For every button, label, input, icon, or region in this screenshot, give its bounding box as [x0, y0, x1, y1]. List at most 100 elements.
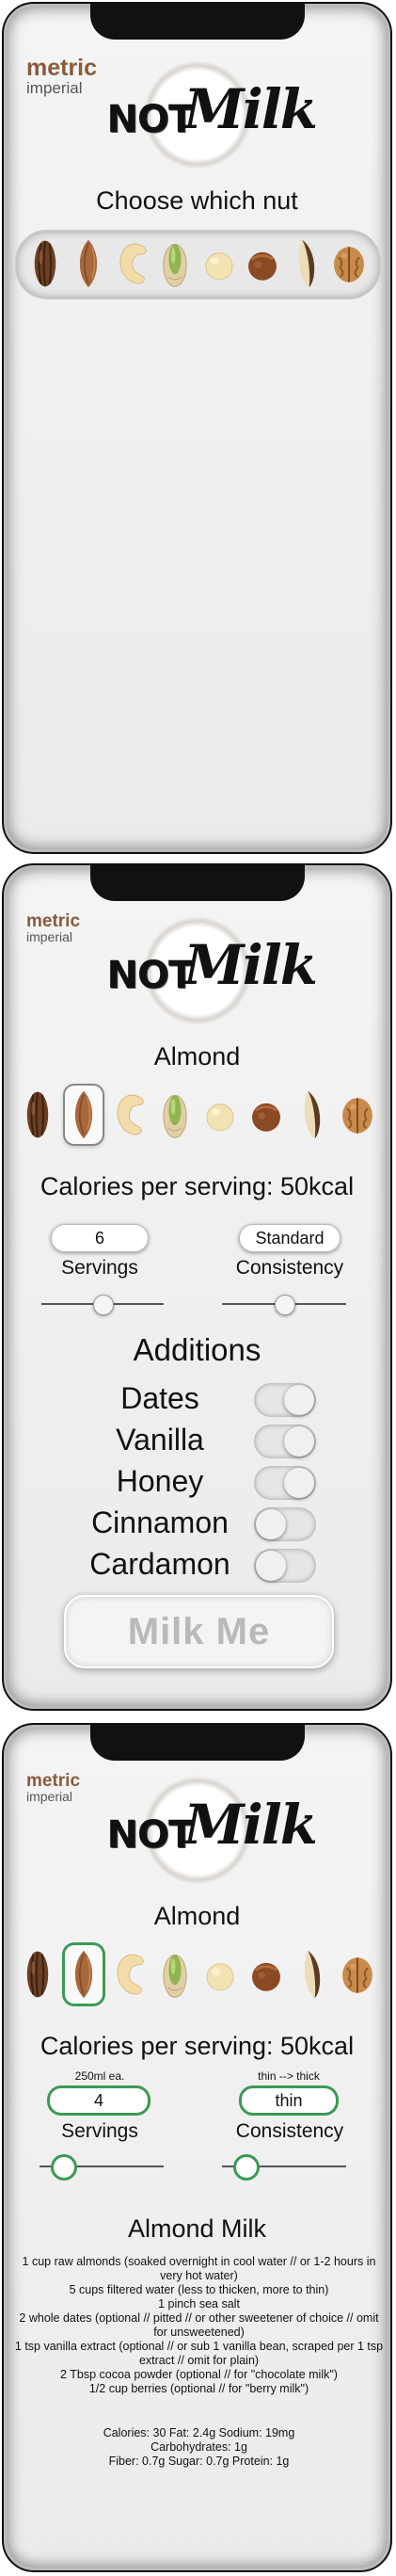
nutrition-line: Fiber: 0.7g Sugar: 0.7g Protein: 1g — [108, 2455, 290, 2468]
phone-screen-recipe: metric imperial NOT Milk Almond Calories… — [2, 1723, 392, 2572]
recipe-line: 1 pinch sea salt — [158, 2297, 240, 2310]
logo-not-text: NOT — [106, 1813, 195, 1857]
servings-hint: 250ml ea. — [74, 2069, 125, 2083]
nut-selector — [19, 1943, 376, 2005]
pistachio-icon[interactable] — [156, 234, 194, 293]
addition-label: Honey — [116, 1464, 204, 1498]
calories-per-serving: Calories per serving: 50kcal — [40, 2032, 355, 2060]
unit-metric[interactable]: metric — [26, 1772, 80, 1790]
cashew-icon[interactable] — [113, 234, 150, 293]
consistency-label: Consistency — [235, 2120, 344, 2142]
phone-notch — [89, 1725, 305, 1761]
nut-selector — [19, 1084, 376, 1146]
servings-value[interactable]: 4 — [47, 2085, 150, 2116]
pecan-icon[interactable] — [26, 234, 64, 293]
unit-toggle[interactable]: metric imperial — [26, 1772, 80, 1803]
unit-imperial[interactable]: imperial — [26, 80, 97, 96]
consistency-label: Consistency — [235, 1257, 344, 1279]
servings-slider-thumb[interactable] — [93, 1295, 114, 1315]
macadamia-icon[interactable] — [200, 234, 238, 293]
toggle-knob — [256, 1551, 286, 1581]
pecan-icon[interactable] — [19, 1945, 56, 2004]
nutrition-line: Calories: 30 Fat: 2.4g Sodium: 19mg — [103, 2426, 295, 2439]
pecan-icon[interactable] — [19, 1086, 56, 1144]
brazil-nut-icon[interactable] — [293, 1945, 330, 2004]
milk-me-button[interactable]: Milk Me — [64, 1595, 334, 1668]
toggle-knob — [256, 1509, 286, 1539]
addition-label: Dates — [120, 1381, 199, 1415]
consistency-value[interactable]: Standard — [239, 1224, 341, 1252]
logo-milk-text: Milk — [183, 933, 318, 997]
selected-nut-title: Almond — [153, 1902, 241, 1930]
brazil-nut-icon[interactable] — [293, 1086, 330, 1144]
consistency-hint: thin --> thick — [258, 2069, 320, 2083]
recipe-line: 1 tsp vanilla extract (optional // or su… — [14, 2340, 384, 2367]
recipe-ingredients: 1 cup raw almonds (soaked overnight in c… — [13, 2255, 385, 2396]
walnut-icon[interactable] — [339, 1086, 376, 1144]
nutrition-facts: Calories: 30 Fat: 2.4g Sodium: 19mg Carbo… — [13, 2426, 385, 2469]
notmilk-logo: NOT Milk — [103, 914, 318, 1027]
addition-toggle[interactable] — [254, 1507, 316, 1541]
nutrition-line: Carbohydrates: 1g — [150, 2440, 247, 2454]
logo-milk-text: Milk — [183, 77, 318, 141]
logo-not-text: NOT — [106, 954, 195, 997]
choose-nut-prompt: Choose which nut — [96, 186, 298, 215]
notmilk-logo: NOT Milk — [103, 1774, 318, 1887]
walnut-icon[interactable] — [330, 234, 368, 293]
recipe-line: 2 Tbsp cocoa powder (optional // for "ch… — [60, 2368, 338, 2381]
recipe-line: 2 whole dates (optional // pitted // or … — [19, 2311, 379, 2339]
consistency-value[interactable]: thin — [239, 2085, 339, 2116]
servings-label: Servings — [61, 1257, 138, 1279]
phone-notch — [89, 4, 305, 40]
unit-imperial[interactable]: imperial — [26, 1790, 80, 1803]
addition-label: Cinnamon — [91, 1505, 229, 1539]
selected-nut-title: Almond — [153, 1042, 241, 1071]
addition-toggle[interactable] — [254, 1383, 316, 1417]
hazelnut-icon[interactable] — [247, 1086, 285, 1144]
phone-screen-nut-picker: metric imperial NOT Milk Choose which nu… — [2, 2, 392, 854]
consistency-slider-thumb[interactable] — [275, 1295, 295, 1315]
pistachio-icon[interactable] — [156, 1086, 194, 1144]
macadamia-icon[interactable] — [201, 1945, 239, 2004]
phone-notch — [89, 865, 305, 901]
logo-not-text: NOT — [106, 98, 195, 141]
addition-label: Vanilla — [116, 1423, 204, 1457]
logo-milk-text: Milk — [183, 1793, 318, 1857]
unit-toggle[interactable]: metric imperial — [26, 56, 97, 97]
macadamia-icon[interactable] — [201, 1086, 239, 1144]
unit-toggle[interactable]: metric imperial — [26, 912, 80, 943]
cashew-icon[interactable] — [110, 1086, 148, 1144]
pistachio-icon[interactable] — [156, 1945, 194, 2004]
servings-label: Servings — [61, 2120, 138, 2142]
hazelnut-icon[interactable] — [247, 1945, 285, 2004]
toggle-knob — [284, 1385, 314, 1415]
phone-screen-customize: metric imperial NOT Milk Almond Calories… — [2, 863, 392, 1711]
recipe-title: Almond Milk — [127, 2214, 267, 2243]
recipe-line: 1 cup raw almonds (soaked overnight in c… — [22, 2255, 376, 2282]
brazil-nut-icon[interactable] — [287, 234, 325, 293]
notmilk-logo: NOT Milk — [103, 58, 318, 171]
toggle-knob — [284, 1426, 314, 1457]
hazelnut-icon[interactable] — [244, 234, 281, 293]
servings-value[interactable]: 6 — [51, 1224, 149, 1252]
addition-toggle[interactable] — [254, 1466, 316, 1500]
almond-icon[interactable] — [70, 234, 107, 293]
consistency-slider-thumb[interactable] — [233, 2154, 261, 2181]
toggle-knob — [284, 1468, 314, 1498]
nut-selector — [26, 234, 368, 293]
cashew-icon[interactable] — [110, 1945, 148, 2004]
additions-title: Additions — [133, 1332, 261, 1367]
unit-metric[interactable]: metric — [26, 912, 80, 930]
addition-label: Cardamon — [89, 1547, 230, 1581]
almond-icon[interactable] — [64, 1945, 103, 2004]
addition-toggle[interactable] — [254, 1425, 316, 1458]
almond-icon[interactable] — [64, 1086, 103, 1144]
walnut-icon[interactable] — [339, 1945, 376, 2004]
unit-imperial[interactable]: imperial — [26, 930, 80, 943]
recipe-line: 5 cups filtered water (less to thicken, … — [69, 2283, 329, 2296]
recipe-line: 1/2 cup berries (optional // for "berry … — [88, 2382, 309, 2395]
servings-slider-thumb[interactable] — [51, 2154, 78, 2181]
calories-per-serving: Calories per serving: 50kcal — [40, 1172, 355, 1200]
unit-metric[interactable]: metric — [26, 56, 97, 80]
addition-toggle[interactable] — [254, 1549, 316, 1583]
